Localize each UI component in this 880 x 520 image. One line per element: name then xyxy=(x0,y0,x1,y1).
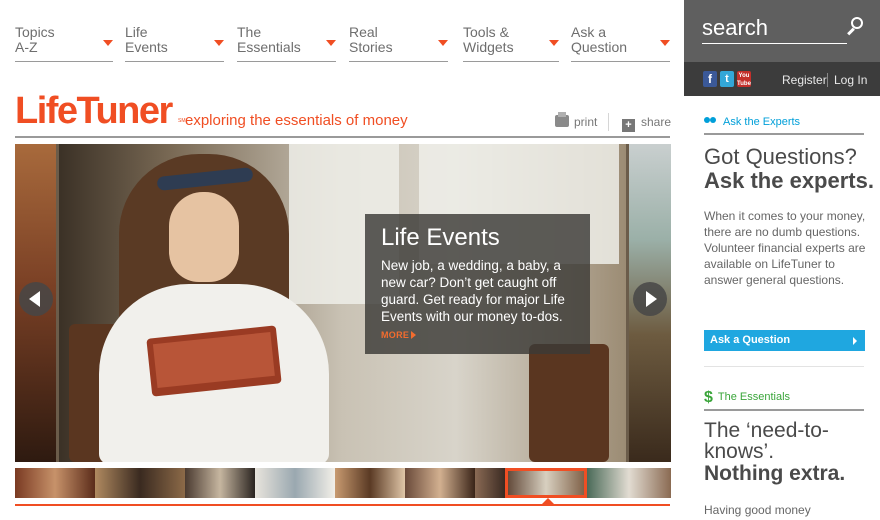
nav-item-ask-a-question[interactable]: Ask a Question xyxy=(571,25,670,62)
tagline: exploring the essentials of money xyxy=(185,112,408,129)
chevron-right-icon xyxy=(411,331,417,339)
essentials-section-header[interactable]: $ The Essentials xyxy=(704,389,790,407)
nav-label-line1: Real xyxy=(349,24,378,40)
more-label: MORE xyxy=(381,330,410,340)
nav-label-line1: Topics xyxy=(15,24,55,40)
top-nav: Topics A-Z Life Events The Essentials Re… xyxy=(15,25,672,65)
nav-label-line2: A-Z xyxy=(15,39,38,55)
chair-decor xyxy=(529,344,609,462)
chevron-down-icon xyxy=(326,40,336,46)
nav-label-line2: Events xyxy=(125,39,168,55)
figure-decor xyxy=(169,192,239,282)
chevron-down-icon xyxy=(549,40,559,46)
facebook-icon[interactable]: f xyxy=(703,71,717,87)
share-label: share xyxy=(641,115,672,129)
nav-item-topics-a-z[interactable]: Topics A-Z xyxy=(15,25,113,62)
experts-title-line1: Got Questions? xyxy=(704,144,857,169)
essentials-title-line1: The ‘need-to- xyxy=(704,419,829,442)
thumbnail[interactable] xyxy=(185,468,255,498)
thumbnail[interactable] xyxy=(15,468,95,498)
next-slide-button[interactable] xyxy=(633,282,667,316)
divider xyxy=(15,136,670,138)
experts-body: When it comes to your money, there are n… xyxy=(704,209,866,287)
thumbnail[interactable] xyxy=(255,468,335,498)
nav-item-real-stories[interactable]: Real Stories xyxy=(349,25,448,62)
lifetuner-logo[interactable]: LifeTuner SM xyxy=(15,92,186,130)
ask-button-label: Ask a Question xyxy=(710,334,791,346)
essentials-title-line3: Nothing extra. xyxy=(704,462,846,485)
chevron-right-icon xyxy=(853,337,857,345)
twitter-icon[interactable]: t xyxy=(720,71,734,87)
hero-title: Life Events xyxy=(381,224,500,251)
section-divider xyxy=(704,133,864,135)
dollar-icon: $ xyxy=(704,389,713,406)
nav-item-tools-widgets[interactable]: Tools & Widgets xyxy=(463,25,559,62)
print-label: print xyxy=(574,115,598,129)
nav-label-line1: Life xyxy=(125,24,148,40)
search-input[interactable] xyxy=(702,15,848,41)
experts-section-header[interactable]: Ask the Experts xyxy=(704,116,800,128)
nav-item-the-essentials[interactable]: The Essentials xyxy=(237,25,336,62)
ask-a-question-button[interactable]: Ask a Question xyxy=(704,330,865,351)
thumbnail-strip xyxy=(15,468,671,498)
nav-label-line1: Ask a xyxy=(571,24,607,40)
essentials-body: Having good money xyxy=(704,503,811,517)
register-link[interactable]: Register xyxy=(782,73,827,87)
plus-icon: + xyxy=(622,119,635,132)
divider xyxy=(608,113,609,131)
chevron-down-icon xyxy=(103,40,113,46)
nav-label-line2: Widgets xyxy=(463,39,514,55)
experts-header-label: Ask the Experts xyxy=(723,116,801,128)
chevron-down-icon xyxy=(438,40,448,46)
logo-wordmark: LifeTuner xyxy=(15,90,173,132)
people-icon xyxy=(704,117,718,126)
thumbnail[interactable] xyxy=(335,468,405,498)
experts-title-line2: Ask the experts. xyxy=(704,168,874,193)
youtube-icon[interactable]: You Tube xyxy=(737,71,751,87)
print-link[interactable]: print xyxy=(555,112,598,131)
arrow-left-icon xyxy=(29,291,40,307)
thumbnail[interactable] xyxy=(405,468,475,498)
more-link[interactable]: MORE xyxy=(381,330,574,340)
thumbnail-active[interactable] xyxy=(505,468,587,498)
thumbnail[interactable] xyxy=(587,468,671,498)
divider xyxy=(15,504,670,506)
previous-slide-button[interactable] xyxy=(19,282,53,316)
share-link[interactable]: + share xyxy=(622,115,672,132)
nav-label-line2: Stories xyxy=(349,39,393,55)
search-icon[interactable] xyxy=(846,16,868,38)
divider xyxy=(704,366,864,367)
nav-label-line2: Essentials xyxy=(237,39,301,55)
nav-label-line1: The xyxy=(237,24,262,40)
nav-label-line1: Tools & xyxy=(463,24,509,40)
divider xyxy=(827,73,828,87)
printer-icon xyxy=(555,112,569,127)
search-icon-handle xyxy=(847,27,855,36)
section-divider xyxy=(704,409,864,411)
login-link[interactable]: Log In xyxy=(834,73,867,87)
arrow-right-icon xyxy=(646,291,657,307)
page: Topics A-Z Life Events The Essentials Re… xyxy=(0,0,880,520)
chevron-down-icon xyxy=(214,40,224,46)
nav-item-life-events[interactable]: Life Events xyxy=(125,25,224,62)
essentials-title-line2: knows’. xyxy=(704,440,775,463)
chevron-down-icon xyxy=(660,40,670,46)
thumbnail[interactable] xyxy=(475,468,505,498)
hero-body: New job, a wedding, a baby, a new car? D… xyxy=(381,258,565,324)
essentials-header-label: The Essentials xyxy=(717,391,791,403)
thumbnail[interactable] xyxy=(95,468,185,498)
search-underline xyxy=(702,43,847,44)
nav-label-line2: Question xyxy=(571,39,628,55)
hero-caption: Life Events New job, a wedding, a baby, … xyxy=(365,214,590,354)
